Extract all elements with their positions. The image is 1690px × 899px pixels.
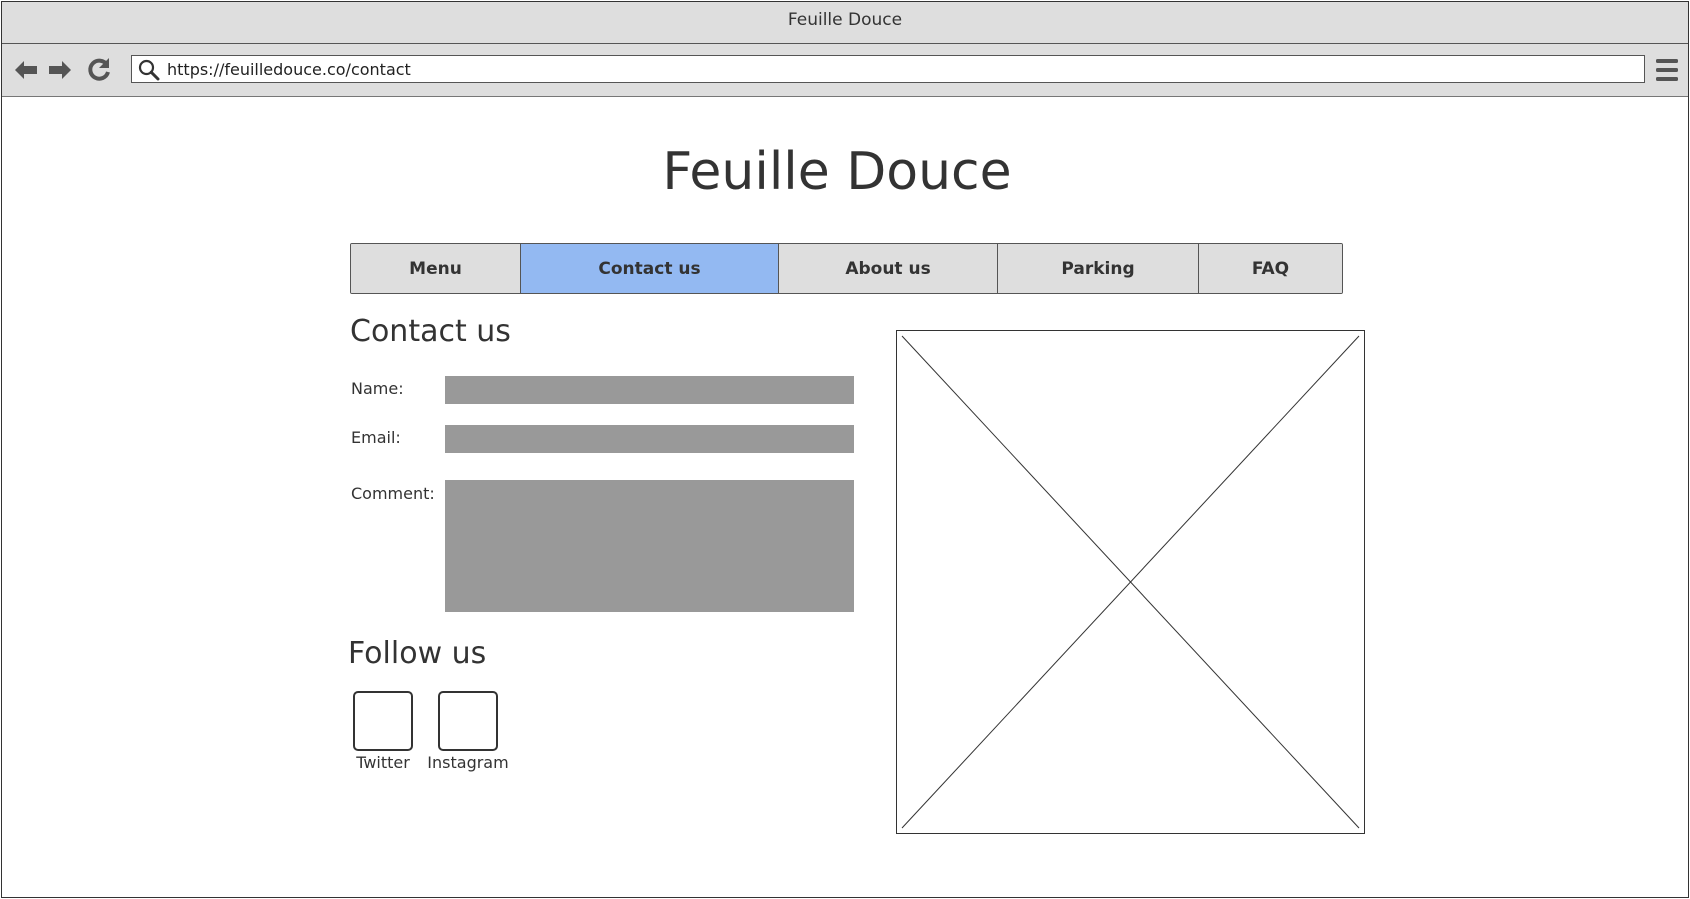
window-title: Feuille Douce bbox=[2, 2, 1688, 44]
site-title: Feuille Douce bbox=[662, 142, 1012, 202]
image-placeholder bbox=[896, 330, 1365, 834]
contact-heading: Contact us bbox=[350, 314, 511, 349]
url-input[interactable] bbox=[167, 56, 1627, 82]
comment-textarea[interactable] bbox=[445, 480, 854, 612]
name-label: Name: bbox=[351, 379, 404, 398]
tab-contact-us[interactable]: Contact us bbox=[521, 244, 779, 293]
browser-window: Feuille Douce https://feuilledouce.co/co… bbox=[1, 1, 1689, 898]
arrow-right-icon[interactable] bbox=[46, 56, 74, 84]
hamburger-menu-icon[interactable] bbox=[1655, 57, 1679, 83]
arrow-left-icon[interactable] bbox=[12, 56, 40, 84]
follow-heading: Follow us bbox=[348, 636, 487, 671]
name-input[interactable] bbox=[445, 376, 854, 404]
email-input[interactable] bbox=[445, 425, 854, 453]
instagram-label: Instagram bbox=[427, 753, 509, 772]
comment-label: Comment: bbox=[351, 484, 435, 503]
twitter-label: Twitter bbox=[356, 753, 410, 772]
browser-toolbar bbox=[2, 44, 1688, 97]
instagram-icon[interactable] bbox=[438, 691, 498, 751]
reload-icon[interactable] bbox=[85, 56, 113, 84]
tab-parking[interactable]: Parking bbox=[998, 244, 1199, 293]
email-label: Email: bbox=[351, 428, 401, 447]
search-icon bbox=[138, 59, 160, 81]
tab-faq[interactable]: FAQ bbox=[1199, 244, 1342, 293]
main-navigation: Menu Contact us About us Parking FAQ bbox=[350, 243, 1343, 294]
tab-about-us[interactable]: About us bbox=[779, 244, 998, 293]
tab-menu[interactable]: Menu bbox=[351, 244, 521, 293]
address-bar[interactable] bbox=[131, 55, 1645, 83]
twitter-icon[interactable] bbox=[353, 691, 413, 751]
